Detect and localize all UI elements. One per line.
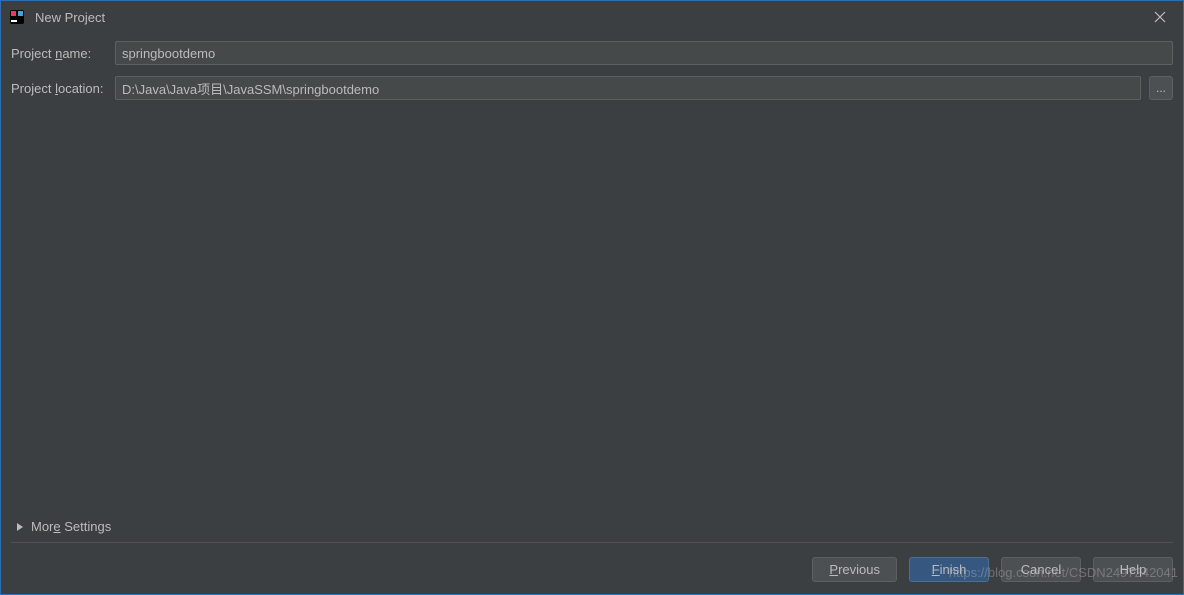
project-location-row: Project location: ... [11,76,1173,100]
more-settings-toggle[interactable]: More Settings [11,515,1173,543]
window-title: New Project [35,10,1145,25]
close-icon [1154,11,1166,23]
project-name-input[interactable] [115,41,1173,65]
project-location-input[interactable] [115,76,1141,100]
browse-button[interactable]: ... [1149,76,1173,100]
more-settings-label: More Settings [31,519,111,534]
project-name-row: Project name: [11,41,1173,65]
app-icon [9,9,25,25]
finish-button[interactable]: Finish [909,557,989,582]
dialog-content: Project name: Project location: ... More… [1,33,1183,594]
close-button[interactable] [1145,2,1175,32]
expand-icon [17,523,23,531]
previous-button[interactable]: Previous [812,557,897,582]
project-location-label: Project location: [11,81,115,96]
help-button[interactable]: Help [1093,557,1173,582]
titlebar: New Project [1,1,1183,33]
project-name-label: Project name: [11,46,115,61]
button-row: Previous Finish Cancel Help [11,557,1173,586]
cancel-button[interactable]: Cancel [1001,557,1081,582]
spacer [11,111,1173,515]
